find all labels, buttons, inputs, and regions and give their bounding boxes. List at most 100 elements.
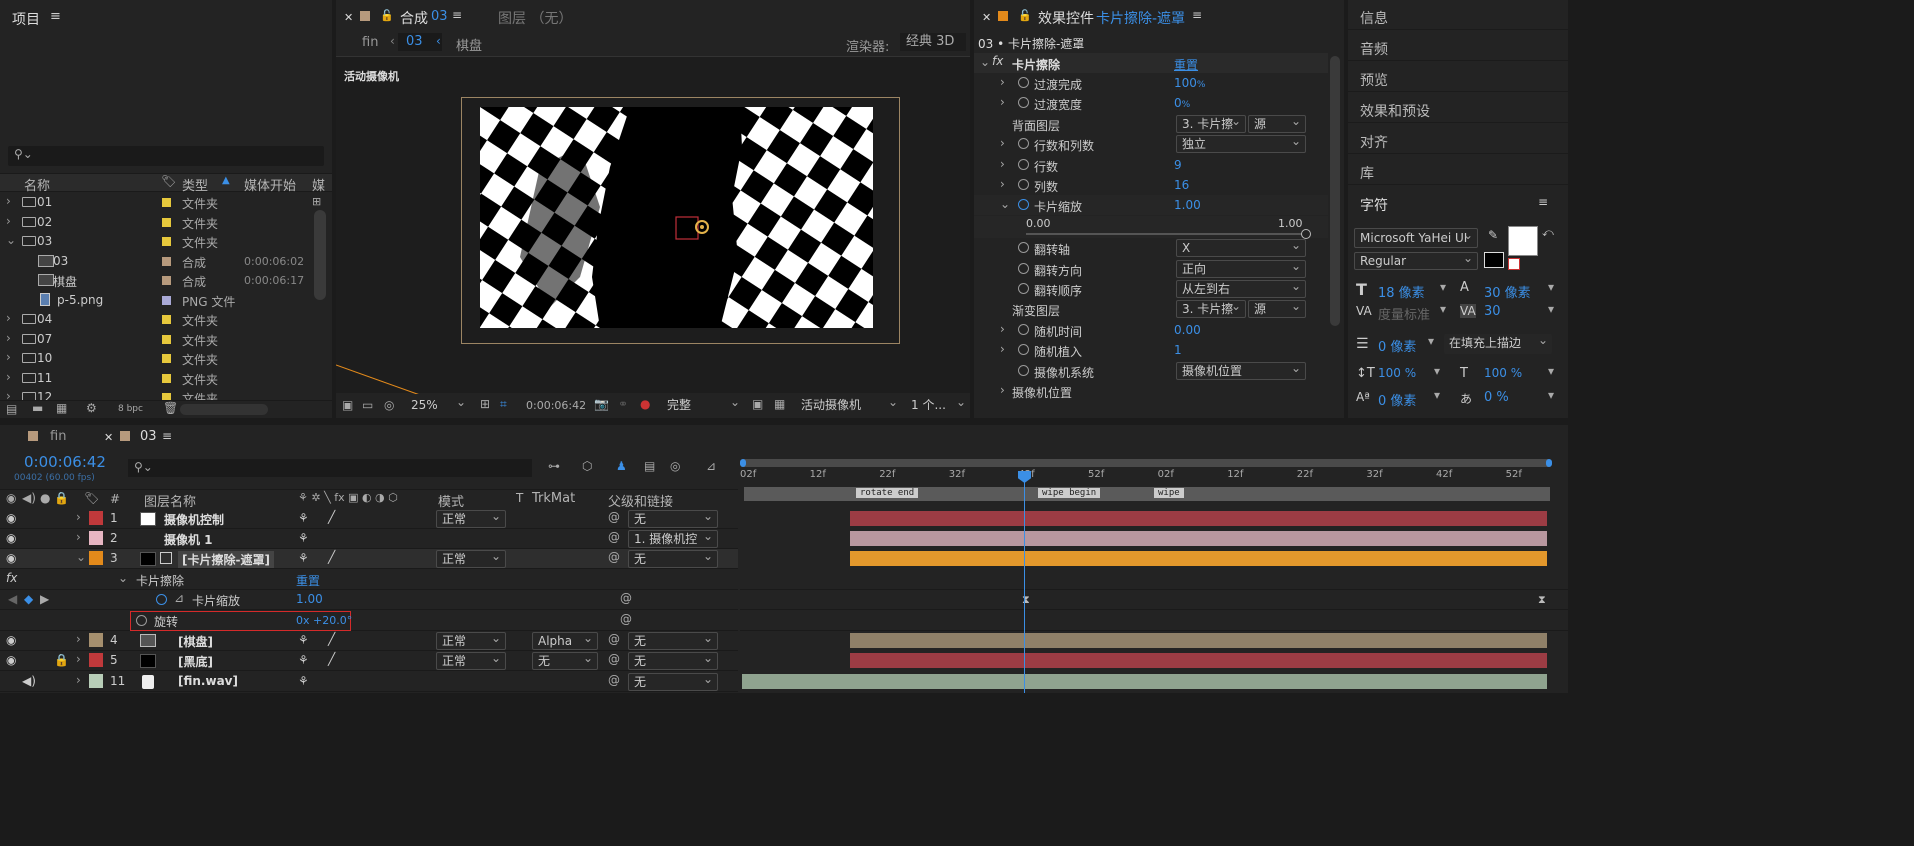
mode-dropdown[interactable]: 正常 — [436, 550, 506, 568]
marker-wipe-begin[interactable]: wipe begin — [1038, 488, 1101, 498]
chevron-down-icon[interactable]: ▾ — [1548, 388, 1554, 402]
lock-icon[interactable]: 🔓 — [380, 9, 394, 22]
camera-view-dropdown[interactable]: 活动摄像机 — [796, 397, 902, 415]
effect-property-row[interactable]: › 列数 16 — [974, 175, 1328, 195]
color-channel-icon[interactable]: ● — [640, 397, 650, 411]
effect-sub-row[interactable]: fx ⌄ 卡片擦除 重置 — [0, 570, 738, 590]
layer-name[interactable]: 摄像机控制 — [164, 511, 224, 528]
speaker-icon[interactable]: ◀) — [22, 674, 36, 688]
parent-dropdown[interactable]: 1. 摄像机控 — [628, 530, 718, 548]
label-swatch[interactable] — [89, 653, 103, 667]
stopwatch-icon[interactable] — [156, 594, 167, 605]
stroke-mode-dropdown[interactable]: 在填充上描边 — [1444, 334, 1552, 354]
effect-property-row[interactable]: 翻转轴 X — [974, 238, 1328, 258]
timeline-search-input[interactable]: ⚲⌄ — [128, 459, 532, 477]
type-column[interactable]: 类型 — [182, 175, 208, 194]
footer-scrollbar[interactable] — [180, 404, 268, 415]
delete-icon[interactable]: 🗑 — [163, 401, 178, 415]
font-size-field[interactable]: 18 像素 — [1378, 282, 1425, 301]
current-time-display[interactable]: 0:00:06:42 — [24, 453, 106, 471]
parent-dropdown[interactable]: 无 — [628, 632, 718, 650]
vertical-scale-field[interactable]: 100 % — [1378, 366, 1416, 380]
grid-icon[interactable]: ⊞ — [480, 397, 490, 411]
expand-icon[interactable]: ⌄ — [6, 233, 16, 247]
project-item[interactable]: ⌄ 03 文件夹 — [0, 232, 330, 251]
effect-property-row[interactable]: › 摄像机位置 — [974, 381, 1328, 401]
chevron-down-icon[interactable]: ⌄ — [118, 571, 128, 585]
zoom-dropdown[interactable]: 25% — [406, 397, 470, 415]
stopwatch-icon[interactable] — [1018, 283, 1029, 294]
fx-icon[interactable]: fx — [992, 54, 1003, 68]
project-scrollbar[interactable] — [314, 210, 326, 300]
panel-menu-icon[interactable]: ≡ — [452, 8, 462, 22]
chevron-right-icon[interactable]: › — [1000, 342, 1005, 356]
chevron-right-icon[interactable]: › — [1000, 383, 1005, 397]
eye-icon[interactable]: ◉ — [6, 633, 16, 647]
show-snapshot-icon[interactable]: ⚭ — [618, 397, 628, 411]
label-swatch[interactable] — [89, 511, 103, 525]
chevron-down-icon[interactable]: ▾ — [1434, 388, 1440, 402]
marker-track[interactable]: rotate end wipe begin wipe — [740, 487, 1568, 503]
label-swatch[interactable] — [162, 373, 171, 383]
layer-name[interactable]: [fin.wav] — [178, 674, 238, 688]
layer-row[interactable]: ◉ › 4 [棋盘] ⚘ ╱ 正常 Alpha @ 无 — [0, 631, 738, 651]
marker-rotate-end[interactable]: rotate end — [856, 488, 919, 498]
pickwhip-icon[interactable]: @ — [608, 632, 620, 646]
panel-tab-0[interactable]: 信息 — [1348, 0, 1568, 30]
mode-dropdown[interactable]: 正常 — [436, 510, 506, 528]
timeline-tab-fin[interactable]: fin — [50, 429, 66, 444]
stroke-width-field[interactable]: 0 像素 — [1378, 336, 1416, 355]
label-column-icon[interactable]: 🏷 — [161, 174, 176, 188]
stopwatch-icon[interactable] — [1018, 262, 1029, 274]
effect-property-row[interactable]: 摄像机系统 摄像机位置 — [974, 361, 1328, 381]
stopwatch-icon[interactable] — [1018, 138, 1029, 150]
panel-menu-icon[interactable]: ≡ — [162, 429, 172, 443]
layer-duration-bar[interactable] — [850, 511, 1547, 526]
graph-icon[interactable]: ⊿ — [174, 591, 184, 605]
parent-dropdown[interactable]: 无 — [628, 673, 718, 691]
label-swatch[interactable] — [162, 237, 171, 246]
property-value[interactable]: 16 — [1174, 178, 1189, 192]
horizontal-scale-field[interactable]: 100 % — [1484, 366, 1522, 380]
vr-icon[interactable]: ◎ — [384, 398, 394, 412]
marker-wipe[interactable]: wipe — [1154, 488, 1184, 498]
parent-dropdown[interactable]: 无 — [628, 510, 718, 528]
layer-name[interactable]: [黑底] — [178, 653, 213, 670]
expand-icon[interactable]: › — [76, 652, 81, 666]
layer-name-header[interactable]: 图层名称 — [144, 491, 196, 510]
comp-tab-label[interactable]: 合成 — [400, 8, 428, 28]
graph-editor-icon[interactable]: ⊿ — [706, 459, 716, 473]
parent-dropdown[interactable]: 无 — [628, 550, 718, 568]
bpc-button[interactable]: 8 bpc — [118, 404, 143, 414]
layer-row[interactable]: ◉ 🔒 › 5 [黑底] ⚘ ╱ 正常 无 @ 无 — [0, 651, 738, 671]
renderer-button[interactable]: 经典 3D — [900, 33, 966, 51]
quality-switch-icon[interactable]: ╱ — [328, 510, 335, 524]
chevron-right-icon[interactable]: › — [1000, 177, 1005, 191]
eye-icon[interactable]: ◉ — [6, 653, 16, 667]
property-dropdown[interactable]: 独立 — [1176, 135, 1306, 154]
breadcrumb-parent[interactable]: fin — [362, 35, 378, 50]
effect-sub-row[interactable]: ◀ ◆ ▶ ⊿ 卡片缩放 1.00 @ — [0, 590, 738, 610]
parent-dropdown[interactable]: 无 — [628, 652, 718, 670]
fx-icon[interactable]: fx — [6, 571, 17, 585]
panel-tab-2[interactable]: 预览 — [1348, 62, 1568, 92]
label-swatch[interactable] — [162, 256, 171, 266]
source-dropdown[interactable]: 源 — [1248, 300, 1306, 319]
project-item[interactable]: › 01 文件夹 — [0, 193, 330, 212]
shy-switch-icon[interactable]: ⚘ — [298, 674, 309, 688]
shy-switch-icon[interactable]: ⚘ — [298, 511, 309, 525]
chevron-down-icon[interactable]: ▾ — [1428, 334, 1434, 348]
expand-icon[interactable]: ⌄ — [76, 550, 86, 564]
trkmat-dropdown[interactable]: Alpha — [532, 632, 598, 650]
project-item[interactable]: p-5.png PNG 文件 — [0, 291, 330, 310]
baseline-shift-field[interactable]: 0 像素 — [1378, 390, 1416, 409]
expand-icon[interactable]: › — [76, 530, 81, 544]
effect-property-row[interactable]: › 随机时间 0.00 — [974, 320, 1328, 340]
fx-reset-button[interactable]: 重置 — [296, 572, 320, 589]
property-value[interactable]: 9 — [1174, 158, 1182, 172]
label-swatch[interactable] — [89, 551, 103, 565]
expand-icon[interactable]: › — [6, 331, 11, 345]
transparency-grid-icon[interactable]: ▦ — [774, 397, 785, 411]
keyframe-marker-icon[interactable]: ⧗ — [1538, 593, 1546, 607]
region-of-interest-icon[interactable]: ▣ — [752, 397, 763, 411]
